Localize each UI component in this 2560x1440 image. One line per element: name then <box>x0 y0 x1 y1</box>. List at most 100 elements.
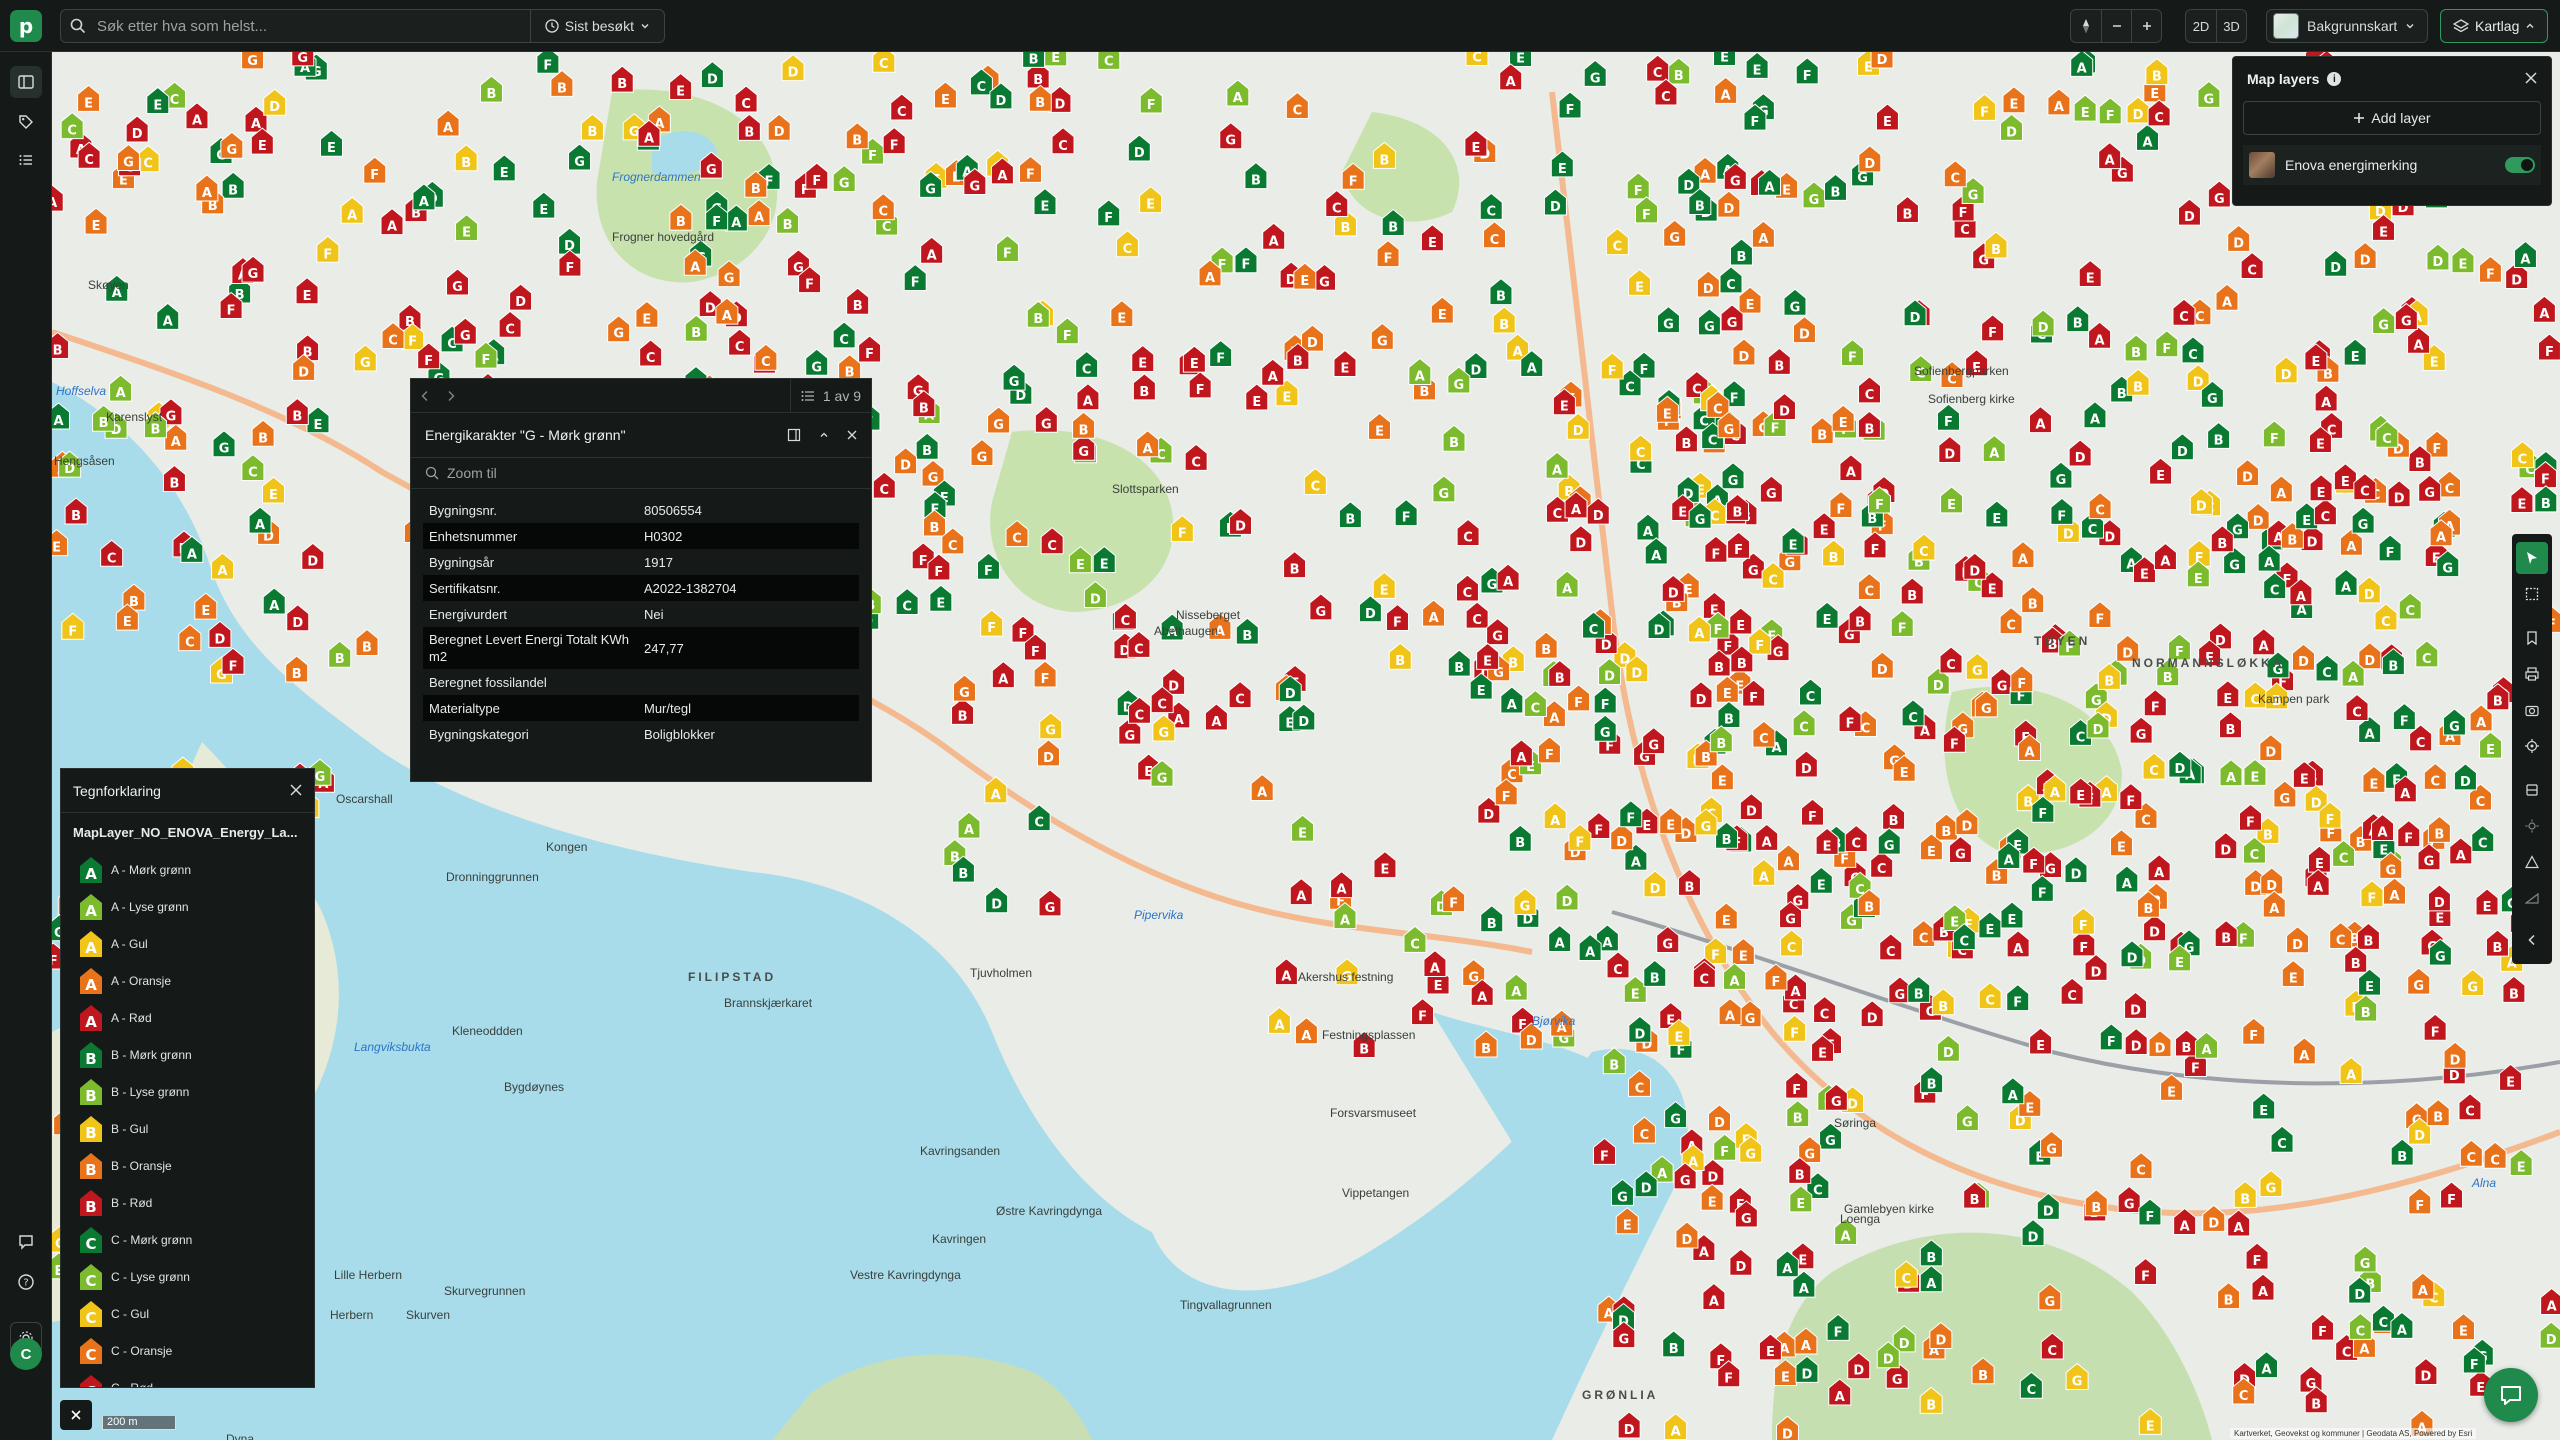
energy-marker[interactable]: B <box>1934 813 1958 841</box>
energy-marker[interactable]: F <box>2099 1023 2123 1051</box>
energy-marker[interactable]: G <box>987 406 1011 434</box>
energy-marker[interactable]: A <box>2513 240 2537 269</box>
energy-marker[interactable]: F <box>2378 534 2402 562</box>
energy-marker[interactable]: B <box>2534 485 2558 513</box>
energy-marker[interactable]: F <box>805 162 829 190</box>
energy-marker[interactable]: G <box>1593 714 1617 742</box>
energy-marker[interactable]: C <box>1780 929 1804 957</box>
energy-marker[interactable]: C <box>728 328 752 356</box>
energy-marker[interactable]: A <box>1500 686 1524 714</box>
energy-marker[interactable]: B <box>454 144 478 172</box>
energy-marker[interactable]: E <box>1729 607 1753 635</box>
energy-marker[interactable]: B <box>1534 631 1558 659</box>
energy-marker[interactable]: E <box>492 154 516 182</box>
energy-marker[interactable]: B <box>2066 304 2090 333</box>
energy-marker[interactable]: A <box>195 174 219 202</box>
energy-marker[interactable]: C <box>241 453 265 482</box>
energy-marker[interactable]: F <box>1209 339 1233 368</box>
energy-marker[interactable]: C <box>2510 440 2534 469</box>
energy-marker[interactable]: G <box>1955 1103 1979 1132</box>
energy-marker[interactable]: E <box>1985 500 2009 528</box>
energy-marker[interactable]: C <box>1115 230 1139 258</box>
energy-marker[interactable]: E <box>295 277 319 305</box>
energy-marker[interactable]: C <box>1465 52 1489 67</box>
energy-marker[interactable]: B <box>915 432 939 460</box>
energy-marker[interactable]: A <box>1755 823 1779 851</box>
energy-marker[interactable]: B <box>2218 711 2242 739</box>
energy-marker[interactable]: A <box>1294 1017 1318 1045</box>
energy-marker[interactable]: C <box>2142 752 2166 780</box>
energy-marker[interactable]: C <box>1479 192 1503 220</box>
energy-marker[interactable]: F <box>2537 333 2560 361</box>
energy-marker[interactable]: E <box>2149 457 2173 485</box>
energy-marker[interactable]: F <box>903 263 927 292</box>
energy-marker[interactable]: D <box>1860 1000 1884 1028</box>
energy-marker[interactable]: E <box>1182 345 1206 373</box>
energy-marker[interactable]: G <box>1642 727 1666 755</box>
energy-marker[interactable]: C <box>2315 654 2339 682</box>
energy-marker[interactable]: D <box>1732 338 1756 366</box>
energy-marker[interactable]: E <box>1033 188 1057 216</box>
energy-marker[interactable]: C <box>2423 762 2447 790</box>
energy-marker[interactable]: B <box>2124 334 2148 362</box>
energy-marker[interactable]: A <box>1076 383 1100 411</box>
energy-marker[interactable]: E <box>1940 486 1964 514</box>
energy-marker[interactable]: D <box>2246 502 2270 530</box>
energy-marker[interactable]: F <box>1783 1014 1807 1042</box>
energy-marker[interactable]: A <box>1751 220 1775 248</box>
energy-marker[interactable]: B <box>251 419 275 447</box>
energy-marker[interactable]: C <box>1051 127 1075 155</box>
energy-marker[interactable]: E <box>1368 412 1392 440</box>
energy-marker[interactable]: B <box>1857 410 1881 438</box>
energy-marker[interactable]: E <box>635 300 659 328</box>
energy-marker[interactable]: D <box>894 447 918 475</box>
energy-marker[interactable]: C <box>1813 995 1837 1024</box>
energy-marker[interactable]: D <box>2227 224 2251 252</box>
energy-marker[interactable]: A <box>1555 570 1579 598</box>
energy-marker[interactable]: E <box>1430 296 1454 324</box>
energy-marker[interactable]: B <box>1489 277 1513 306</box>
energy-marker[interactable]: B <box>1022 52 1046 68</box>
energy-marker[interactable]: E <box>2002 86 2026 114</box>
chevron-right-icon[interactable] <box>447 390 455 402</box>
energy-marker[interactable]: A <box>2532 295 2556 323</box>
energy-marker[interactable]: C <box>2438 470 2462 498</box>
energy-marker[interactable]: E <box>1628 268 1652 296</box>
energy-marker[interactable]: G <box>220 131 244 159</box>
energy-marker[interactable]: B <box>2174 1029 2198 1057</box>
energy-marker[interactable]: F <box>1376 239 1400 268</box>
energy-marker[interactable]: G <box>2351 506 2375 534</box>
energy-marker[interactable]: C <box>832 321 856 349</box>
energy-marker[interactable]: D <box>2124 1027 2148 1056</box>
energy-marker[interactable]: G <box>291 52 315 67</box>
energy-marker[interactable]: C <box>1912 919 1936 947</box>
energy-marker[interactable]: B <box>1767 347 1791 375</box>
energy-marker[interactable]: A <box>2334 568 2358 596</box>
energy-marker[interactable]: D <box>781 53 805 82</box>
energy-marker[interactable]: E <box>1745 52 1769 79</box>
energy-marker[interactable]: A <box>2215 283 2239 311</box>
energy-marker[interactable]: G <box>1034 405 1058 433</box>
energy-marker[interactable]: F <box>2478 255 2502 283</box>
energy-marker[interactable]: E <box>1714 902 1738 930</box>
energy-marker[interactable]: A <box>2088 321 2112 349</box>
energy-marker[interactable]: F <box>2138 1198 2162 1226</box>
energy-marker[interactable]: G <box>212 430 236 458</box>
energy-marker[interactable]: C <box>1719 266 1743 294</box>
energy-marker[interactable]: B <box>1508 824 1532 852</box>
energy-marker[interactable]: C <box>1792 709 1816 737</box>
energy-marker[interactable]: C <box>2088 491 2112 520</box>
energy-marker[interactable]: C <box>1858 376 1882 404</box>
energy-marker[interactable]: B <box>285 655 309 683</box>
energy-marker[interactable]: B <box>221 171 245 199</box>
energy-marker[interactable]: A <box>1250 773 1274 801</box>
energy-marker[interactable]: G <box>116 143 140 172</box>
energy-marker[interactable]: D <box>263 88 287 116</box>
energy-marker[interactable]: D <box>2202 1204 2226 1232</box>
energy-marker[interactable]: E <box>1291 814 1315 842</box>
energy-marker[interactable]: D <box>2414 1357 2438 1385</box>
energy-marker[interactable]: B <box>1643 959 1667 987</box>
energy-marker[interactable]: B <box>1786 1099 1810 1128</box>
energy-marker[interactable]: D <box>2084 953 2108 981</box>
energy-marker[interactable]: E <box>2029 1027 2053 1055</box>
